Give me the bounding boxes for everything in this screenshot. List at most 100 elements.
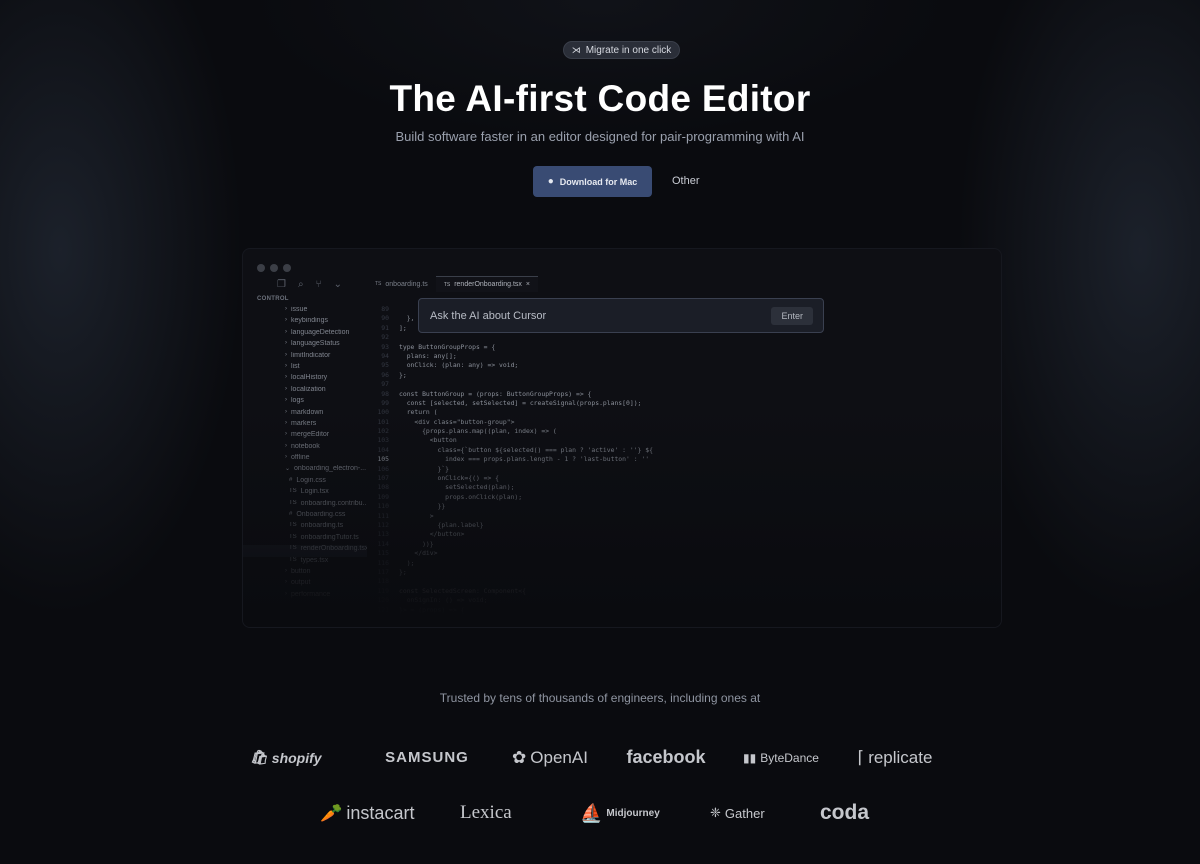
line-number: 91 <box>381 323 389 332</box>
file-tree-label: Onboarding.css <box>296 511 346 519</box>
file-tree-item[interactable]: › list <box>243 363 367 374</box>
activity-bar: ❐ ⌕ ⑂ ⌄ <box>277 279 342 290</box>
line-number: 121 <box>377 605 389 614</box>
ts-file-icon: TS <box>289 556 297 563</box>
file-tree-label: keybindings <box>291 317 328 325</box>
file-tree-item[interactable]: › localHistory <box>243 374 367 385</box>
chevron-right-icon: › <box>285 397 287 404</box>
file-tree-item[interactable]: › notebook <box>243 443 367 454</box>
code-text: {props.plans.map((plan, index) => ( <box>399 427 557 436</box>
files-icon[interactable]: ❐ <box>277 279 286 290</box>
file-tree-label: limitIndicator <box>291 351 331 359</box>
enter-button[interactable]: Enter <box>771 306 813 325</box>
ts-file-icon: TS <box>289 545 297 552</box>
code-line: 93 type ButtonGroupProps = { <box>367 343 653 352</box>
file-tree-item[interactable]: TS onboarding.ts <box>243 522 367 533</box>
download-for-mac-button[interactable]: ● Download for Mac <box>533 166 652 197</box>
logo-shopify: 🛍 shopify <box>250 749 322 766</box>
file-tree-item[interactable]: TS onboarding.contribu... <box>243 500 367 511</box>
code-line: 107 onClick={() => { <box>367 474 653 483</box>
editor-tab[interactable]: TS renderOnboarding.tsx × <box>435 276 539 292</box>
line-number: 92 <box>381 333 389 342</box>
line-number: 102 <box>377 427 389 436</box>
code-text: return ( <box>399 408 438 417</box>
line-number: 105 <box>377 455 389 464</box>
logo-replicate: ⌈ replicate <box>857 747 933 767</box>
file-tree-item[interactable]: › output <box>243 579 367 590</box>
line-number: 115 <box>377 549 389 558</box>
source-control-icon[interactable]: ⑂ <box>316 279 322 290</box>
logos-row-1: 🛍 shopify SAMSUNG ✿ OpenAI facebook ▮▮ Byte… <box>0 747 1200 768</box>
chevron-down-icon[interactable]: ⌄ <box>334 279 342 290</box>
file-tree-label: localHistory <box>291 374 328 382</box>
chevron-right-icon: › <box>285 351 287 358</box>
line-number: 108 <box>377 483 389 492</box>
editor-tab[interactable]: TS onboarding.ts <box>367 276 436 292</box>
ask-ai-input[interactable] <box>430 309 730 322</box>
chevron-right-icon: › <box>285 317 287 324</box>
ts-file-icon: TS <box>289 533 297 540</box>
line-number: 112 <box>377 520 389 529</box>
code-line: 118 <box>367 577 653 586</box>
file-tree-item[interactable]: › languageStatus <box>243 340 367 351</box>
code-text: onSignIn: () => void; <box>399 596 488 605</box>
file-tree-item[interactable]: › languageDetection <box>243 329 367 340</box>
file-tree-label: onboarding.contribu... <box>300 499 367 507</box>
code-view: 89 } 90 }, 91]; 92 93 type ButtonGroupProps =… <box>367 305 653 615</box>
sailboat-icon: ⛵ <box>580 802 603 823</box>
file-tree-item[interactable]: › button <box>243 568 367 579</box>
file-tree-item[interactable]: › mergeEditor <box>243 431 367 442</box>
file-tree-label: markers <box>291 419 317 427</box>
file-tree-item[interactable]: # Login.css <box>243 477 367 488</box>
subtitle: Build software faster in an editor desig… <box>395 129 805 144</box>
chevron-right-icon: › <box>285 431 287 438</box>
file-tree-item[interactable]: › localization <box>243 386 367 397</box>
line-number: 117 <box>377 567 389 576</box>
logos-row-2: 🥕 instacart Lexica ⛵ Midjourney ❈ Gather co… <box>0 801 1200 825</box>
migrate-badge[interactable]: ⋊ Migrate in one click <box>563 41 680 59</box>
file-tree-label: Login.css <box>296 476 326 484</box>
code-line: 120 onSignIn: () => void; <box>367 596 653 605</box>
code-text: }, <box>399 314 415 323</box>
code-line: 116 ); <box>367 559 653 568</box>
file-tree-label: output <box>291 579 311 587</box>
code-line: 96}; <box>367 371 653 380</box>
file-tree-item[interactable]: › issue <box>243 306 367 317</box>
file-tree-item[interactable]: › performance <box>243 591 367 602</box>
file-tree-item[interactable]: TS onboardingTutor.ts <box>243 534 367 545</box>
code-line: 117}; <box>367 568 653 577</box>
trusted-by-text: Trusted by tens of thousands of engineer… <box>439 691 761 705</box>
file-tree-item[interactable]: # Onboarding.css <box>243 511 367 522</box>
file-tree-item[interactable]: › logs <box>243 397 367 408</box>
close-icon[interactable]: × <box>526 281 530 288</box>
file-tree-item[interactable]: ⌄ onboarding_electron-... <box>243 465 367 476</box>
bytedance-icon: ▮▮ <box>743 750 757 765</box>
file-tree-item[interactable]: › limitIndicator <box>243 352 367 363</box>
code-text: const ButtonGroup = (props: ButtonGroupP… <box>399 389 592 398</box>
line-number: 106 <box>377 464 389 473</box>
file-tree-label: notebook <box>291 442 320 450</box>
line-number: 93 <box>381 342 389 351</box>
other-download-link[interactable]: Other <box>672 175 700 187</box>
code-line: 95 onClick: (plan: any) => void; <box>367 361 653 370</box>
file-tree-item[interactable]: › keybindings <box>243 317 367 328</box>
file-tree-item[interactable]: TS types.tsx <box>243 557 367 568</box>
gather-icon: ❈ <box>710 805 721 820</box>
ts-file-icon: TS <box>443 281 451 288</box>
line-number: 114 <box>377 539 389 548</box>
code-line: 104 class={`button ${selected() === plan… <box>367 445 653 455</box>
ts-file-icon: TS <box>289 522 297 529</box>
file-tree-label: performance <box>291 590 331 598</box>
file-tree-item[interactable]: › markdown <box>243 409 367 420</box>
file-tree-item[interactable]: › offline <box>243 454 367 465</box>
code-text: class={`button ${selected() === plan ? '… <box>399 445 653 454</box>
carrot-icon: 🥕 <box>320 802 343 823</box>
file-tree-label: Login.tsx <box>300 488 329 496</box>
logo-midjourney: ⛵ Midjourney <box>580 802 660 823</box>
ts-file-icon: TS <box>375 281 382 287</box>
search-icon[interactable]: ⌕ <box>298 279 304 290</box>
line-number: 98 <box>381 389 389 398</box>
file-tree-item[interactable]: › markers <box>243 420 367 431</box>
file-tree-item[interactable]: TS renderOnboarding.tsx <box>243 545 367 557</box>
file-tree-item[interactable]: TS Login.tsx <box>243 488 367 499</box>
